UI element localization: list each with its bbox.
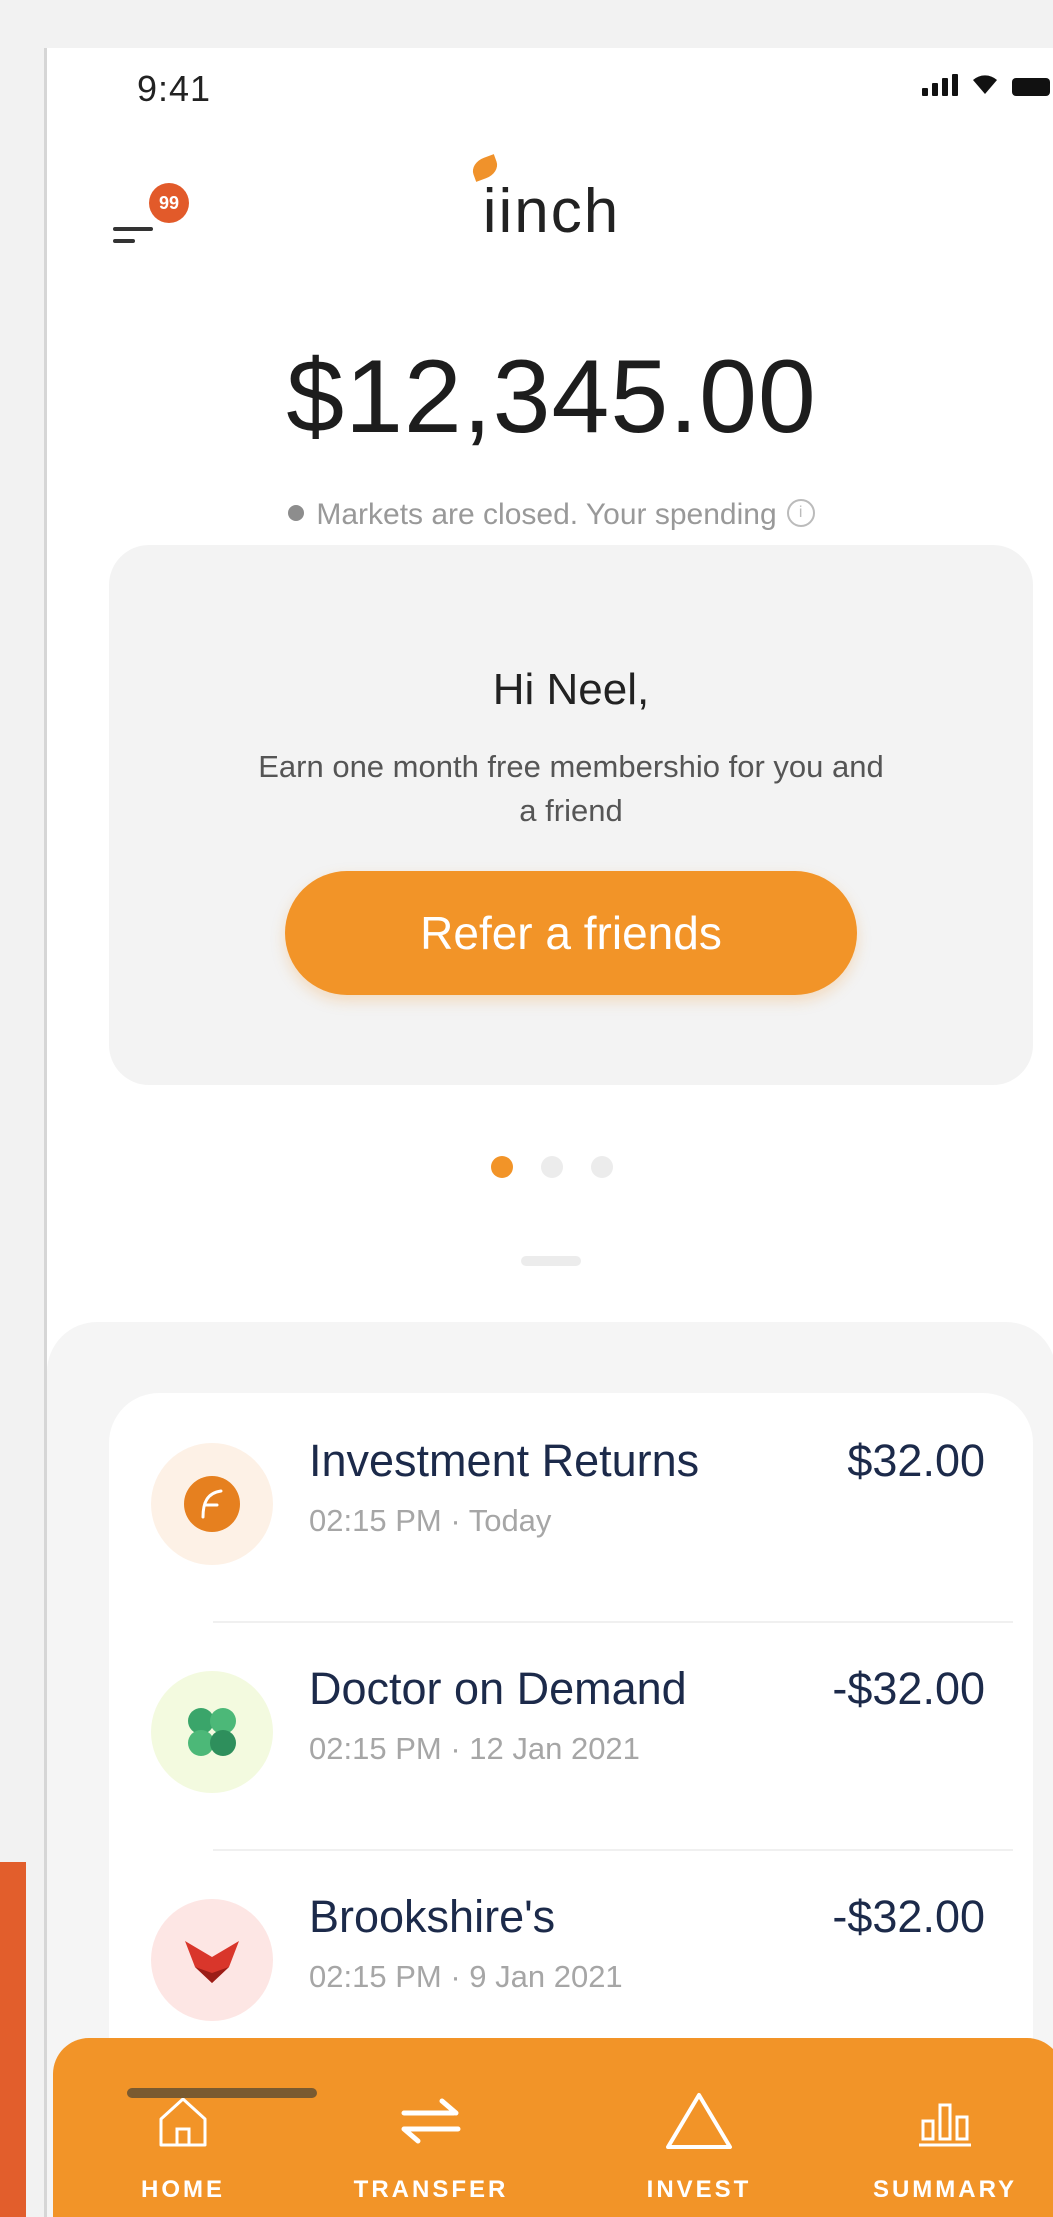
app-logo: iinch — [482, 177, 621, 246]
status-time: 9:41 — [137, 68, 212, 109]
clover-icon — [151, 1671, 273, 1793]
balance-amount: $12,345.00 — [286, 339, 817, 455]
tab-invest[interactable]: INVEST — [589, 2038, 809, 2217]
refer-friends-button[interactable]: Refer a friends — [285, 871, 857, 995]
status-icons — [922, 72, 1050, 96]
side-accent — [0, 1862, 26, 2217]
promo-card: Hi Neel, Earn one month free membershio … — [109, 545, 1033, 1085]
pager-dot[interactable] — [540, 1156, 563, 1178]
transaction-amount: -$32.00 — [832, 1891, 985, 1942]
sheet-drag-handle[interactable] — [521, 1256, 581, 1266]
wifi-icon — [973, 75, 997, 94]
invest-icon — [589, 2086, 809, 2156]
active-tab-indicator — [127, 2088, 317, 2098]
transaction-amount: $32.00 — [847, 1435, 985, 1486]
transaction-meta: 02:15 PM · 9 Jan 2021 — [309, 1959, 623, 1994]
phone-screen: 9:41 99 iinch $12,345.00 Markets are clo… — [44, 48, 1053, 2217]
transaction-meta: 02:15 PM · Today — [309, 1503, 552, 1538]
tab-label: SUMMARY — [872, 2176, 1018, 2203]
promo-greeting: Hi Neel, — [492, 665, 650, 714]
tab-home[interactable]: HOME — [73, 2038, 293, 2217]
fox-icon — [151, 1899, 273, 2021]
transaction-meta: 02:15 PM · 12 Jan 2021 — [309, 1731, 640, 1766]
investment-icon — [151, 1443, 273, 1565]
transfer-icon — [321, 2086, 541, 2156]
battery-icon — [1012, 78, 1050, 96]
signal-icon — [922, 74, 958, 96]
transaction-amount: -$32.00 — [832, 1663, 985, 1714]
promo-message: Earn one month free membershio for you a… — [258, 749, 884, 828]
tab-label: INVEST — [646, 2176, 752, 2203]
transaction-row[interactable]: Investment Returns 02:15 PM · Today $32.… — [109, 1393, 1033, 1621]
bottom-tab-bar: HOME TRANSFER INVEST SUMMARY — [53, 2038, 1053, 2217]
transaction-title: Brookshire's — [309, 1891, 556, 1942]
market-status: Markets are closed. Your spending i — [47, 498, 1053, 532]
transaction-title: Investment Returns — [309, 1435, 700, 1486]
tab-label: TRANSFER — [353, 2176, 509, 2203]
market-status-text: Markets are closed. Your spending — [316, 498, 777, 531]
summary-icon — [835, 2086, 1053, 2156]
info-icon[interactable]: i — [786, 499, 815, 528]
pager-dot-active[interactable] — [490, 1156, 513, 1178]
transaction-row[interactable]: Doctor on Demand 02:15 PM · 12 Jan 2021 … — [109, 1621, 1033, 1849]
tab-label: HOME — [141, 2176, 225, 2203]
pager-dot[interactable] — [590, 1156, 613, 1178]
transaction-title: Doctor on Demand — [309, 1663, 687, 1714]
tab-summary[interactable]: SUMMARY — [835, 2038, 1053, 2217]
carousel-pager — [47, 1156, 1053, 1178]
tab-transfer[interactable]: TRANSFER — [321, 2038, 541, 2217]
market-status-dot — [288, 505, 305, 522]
